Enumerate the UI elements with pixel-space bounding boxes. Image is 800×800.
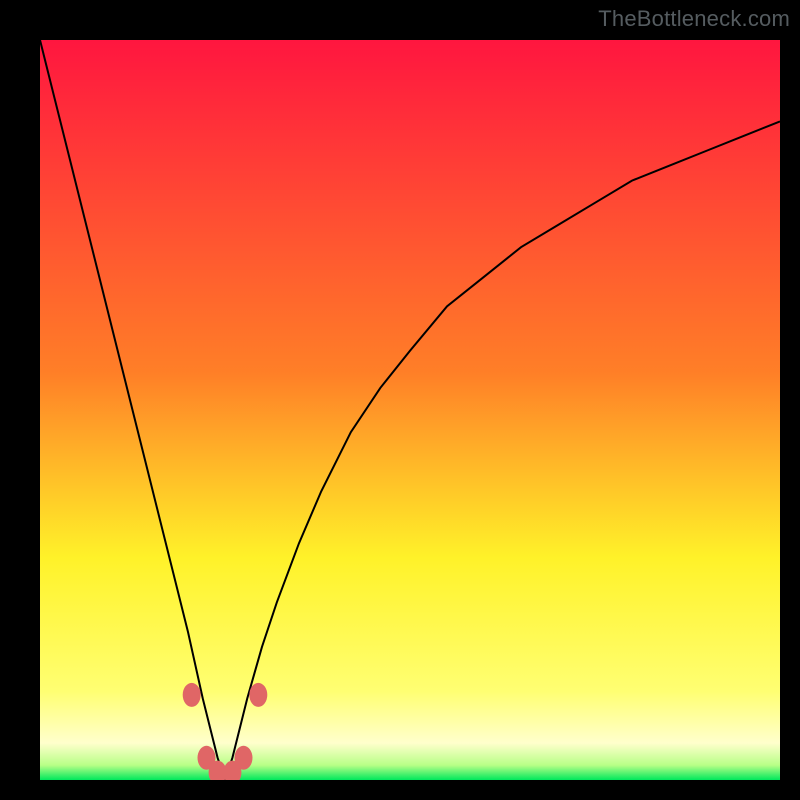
marker-dot xyxy=(249,683,267,707)
marker-dot xyxy=(235,746,253,770)
gradient-background xyxy=(40,40,780,780)
chart-frame: TheBottleneck.com xyxy=(0,0,800,800)
plot-area xyxy=(40,40,780,780)
marker-dot xyxy=(183,683,201,707)
watermark-text: TheBottleneck.com xyxy=(598,6,790,32)
bottleneck-chart xyxy=(40,40,780,780)
